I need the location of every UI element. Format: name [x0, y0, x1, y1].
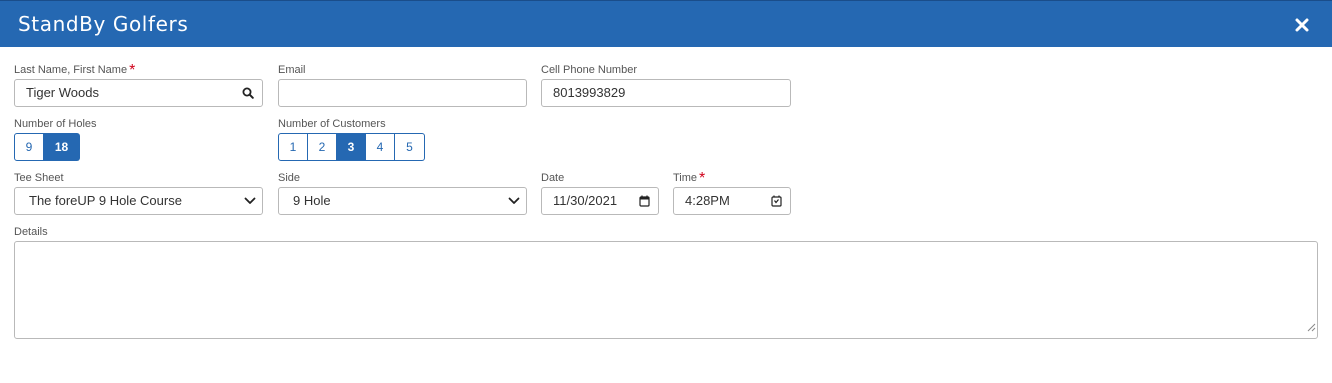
email-field[interactable]: [278, 79, 527, 107]
time-label-text: Time: [673, 172, 698, 184]
close-icon[interactable]: [1292, 15, 1312, 35]
holes-option-18[interactable]: 18: [44, 133, 80, 161]
customers-option-4[interactable]: 4: [366, 133, 395, 161]
search-icon[interactable]: [242, 80, 254, 106]
calendar-clock-icon[interactable]: [771, 188, 782, 214]
tee-sheet-value: The foreUP 9 Hole Course: [29, 193, 182, 208]
time-field[interactable]: 4:28PM: [673, 187, 791, 215]
date-label: Date: [541, 172, 565, 184]
calendar-icon[interactable]: [639, 188, 650, 214]
name-value: Tiger Woods: [26, 85, 99, 100]
holes-option-9[interactable]: 9: [14, 133, 44, 161]
customers-label: Number of Customers: [278, 118, 386, 130]
modal-header: StandBy Golfers: [0, 0, 1332, 47]
side-label: Side: [278, 172, 301, 184]
name-label: Last Name, First Name *: [14, 62, 136, 79]
phone-label: Cell Phone Number: [541, 64, 637, 76]
details-textarea[interactable]: [14, 241, 1318, 339]
phone-field[interactable]: 8013993829: [541, 79, 791, 107]
customers-option-3[interactable]: 3: [337, 133, 366, 161]
tee-sheet-select[interactable]: The foreUP 9 Hole Course: [14, 187, 263, 215]
resize-grip-icon[interactable]: [1306, 319, 1316, 337]
required-mark: *: [699, 170, 706, 187]
time-label: Time *: [673, 170, 706, 187]
required-mark: *: [129, 62, 136, 79]
modal-title: StandBy Golfers: [18, 12, 189, 36]
name-input[interactable]: Tiger Woods: [14, 79, 263, 107]
tee-sheet-label: Tee Sheet: [14, 172, 64, 184]
customers-option-5[interactable]: 5: [395, 133, 425, 161]
phone-value: 8013993829: [553, 85, 626, 100]
customers-toggle: 1 2 3 4 5: [278, 133, 425, 161]
customers-option-1[interactable]: 1: [278, 133, 308, 161]
date-value: 11/30/2021: [553, 193, 618, 208]
email-label: Email: [278, 64, 306, 76]
holes-toggle: 9 18: [14, 133, 80, 161]
date-field[interactable]: 11/30/2021: [541, 187, 659, 215]
chevron-down-icon: [508, 188, 520, 214]
holes-label: Number of Holes: [14, 118, 97, 130]
name-label-text: Last Name, First Name: [14, 64, 128, 76]
side-value: 9 Hole: [293, 193, 331, 208]
customers-option-2[interactable]: 2: [308, 133, 337, 161]
side-select[interactable]: 9 Hole: [278, 187, 527, 215]
chevron-down-icon: [244, 188, 256, 214]
time-value: 4:28PM: [685, 193, 730, 208]
details-label: Details: [14, 226, 48, 238]
